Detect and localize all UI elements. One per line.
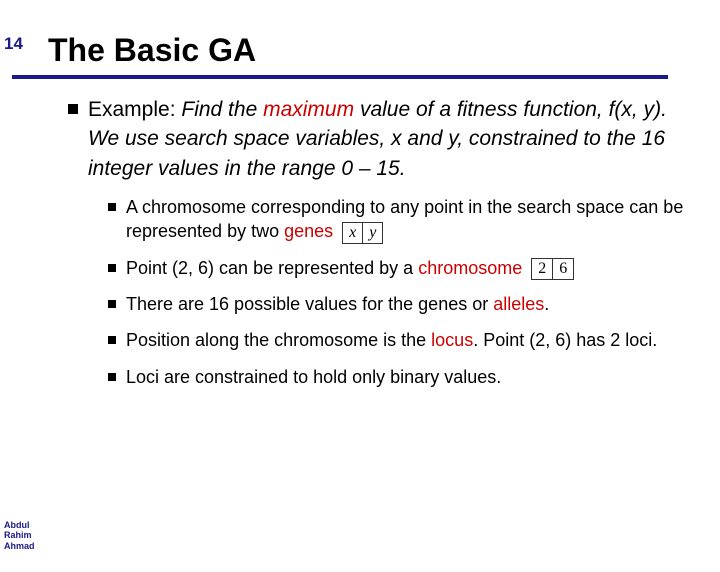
sub-bullet: A chromosome corresponding to any point …	[108, 195, 696, 244]
sub-bullet-text: Loci are constrained to hold only binary…	[126, 365, 696, 389]
bullet-square-icon	[108, 264, 116, 272]
sub-keyword: alleles	[493, 294, 544, 314]
bullet-square-icon	[108, 336, 116, 344]
bullet-square-icon	[108, 373, 116, 381]
gene-cell: y	[363, 222, 383, 244]
main-bullet: Example: Find the maximum value of a fit…	[68, 95, 696, 183]
sub-bullet-text: There are 16 possible values for the gen…	[126, 292, 696, 316]
gene-cell: 2	[531, 258, 553, 280]
sub-bullet: There are 16 possible values for the gen…	[108, 292, 696, 316]
sub-keyword: genes	[284, 221, 333, 241]
bullet-square-icon	[108, 203, 116, 211]
sub-bullet-text: Point (2, 6) can be represented by a chr…	[126, 256, 696, 280]
author-footer: Abdul Rahim Ahmad	[4, 520, 35, 552]
bullet-square-icon	[108, 300, 116, 308]
sub-bullet-text: Position along the chromosome is the loc…	[126, 328, 696, 352]
main-maximum: maximum	[263, 98, 354, 121]
title-block: The Basic GA	[48, 32, 704, 79]
sub-text-tail: . Point (2, 6) has 2 loci.	[473, 330, 657, 350]
sub-text: Position along the chromosome is the	[126, 330, 431, 350]
gene-box: 26	[531, 258, 574, 280]
sub-keyword: chromosome	[418, 258, 522, 278]
slide-title: The Basic GA	[48, 32, 704, 73]
sub-text: Loci are constrained to hold only binary…	[126, 367, 501, 387]
main-italic-1: Find the	[181, 98, 263, 121]
main-bullet-text: Example: Find the maximum value of a fit…	[88, 95, 696, 183]
author-line: Ahmad	[4, 541, 35, 552]
page-number: 14	[4, 34, 23, 54]
sub-text: Point (2, 6) can be represented by a	[126, 258, 418, 278]
sub-keyword: locus	[431, 330, 473, 350]
content-area: Example: Find the maximum value of a fit…	[68, 95, 696, 389]
example-prefix: Example:	[88, 98, 181, 121]
sub-text: There are 16 possible values for the gen…	[126, 294, 493, 314]
sub-bullet-text: A chromosome corresponding to any point …	[126, 195, 696, 244]
title-underline	[12, 75, 668, 79]
sub-bullet-list: A chromosome corresponding to any point …	[108, 195, 696, 389]
gene-cell: 6	[553, 258, 574, 280]
gene-box: xy	[342, 222, 383, 244]
sub-bullet: Position along the chromosome is the loc…	[108, 328, 696, 352]
gene-cell: x	[342, 222, 363, 244]
sub-text-tail: .	[544, 294, 549, 314]
sub-bullet: Loci are constrained to hold only binary…	[108, 365, 696, 389]
sub-bullet: Point (2, 6) can be represented by a chr…	[108, 256, 696, 280]
sub-text: A chromosome corresponding to any point …	[126, 197, 683, 241]
bullet-square-icon	[68, 104, 78, 114]
author-line: Abdul	[4, 520, 35, 531]
